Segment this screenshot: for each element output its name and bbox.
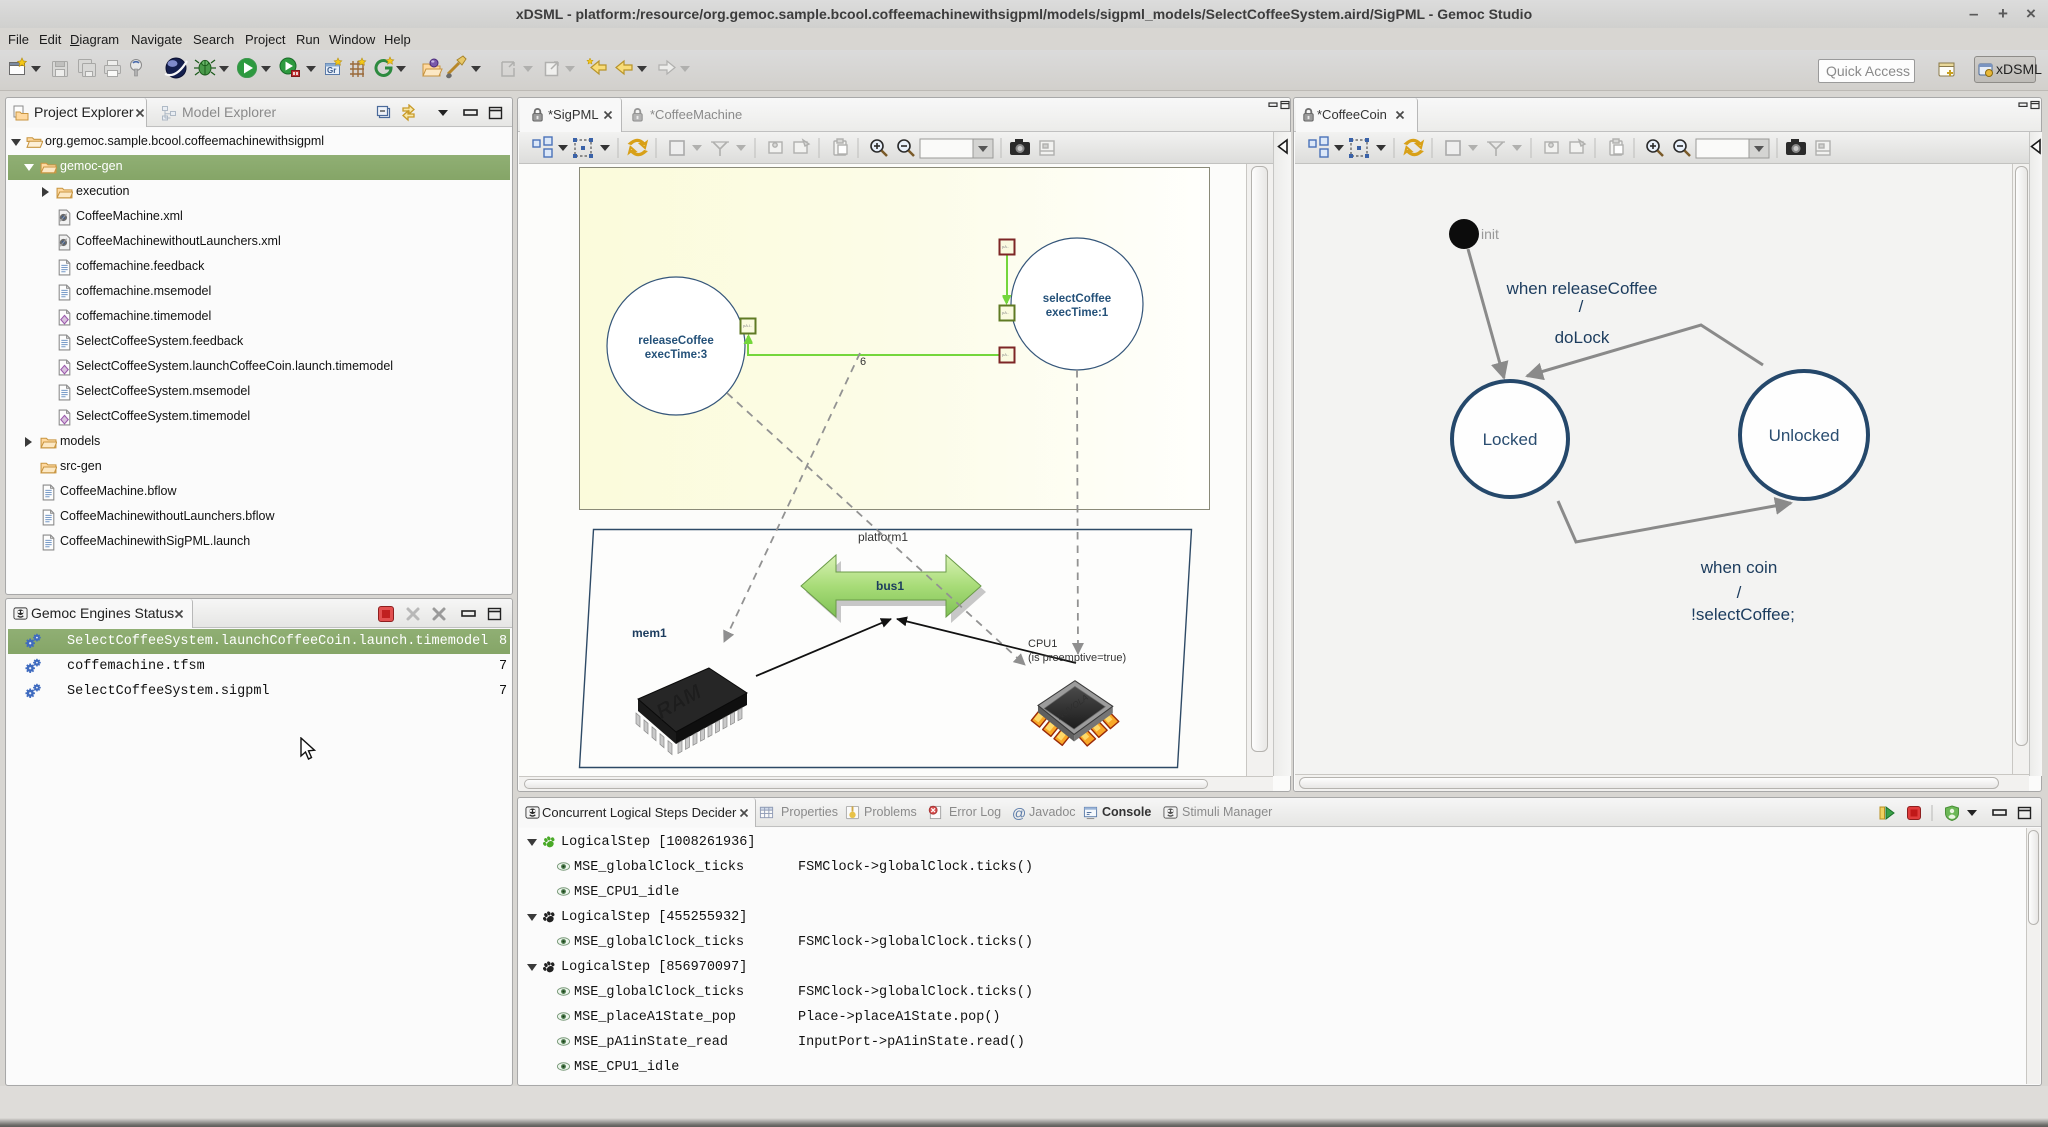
svg-text:platform1: platform1 xyxy=(858,530,908,544)
svg-text:when releaseCoffee: when releaseCoffee xyxy=(1506,279,1658,298)
svg-text:when coin: when coin xyxy=(1700,558,1778,577)
svg-text:pA..: pA.. xyxy=(1002,244,1009,249)
svg-text:Gr: Gr xyxy=(327,66,336,75)
svg-text:pA..: pA.. xyxy=(1002,310,1009,315)
svg-text:Locked: Locked xyxy=(1483,430,1538,449)
svg-text:mem1: mem1 xyxy=(632,626,667,640)
svg-text:doLock: doLock xyxy=(1555,328,1610,347)
svg-text:execTime:1: execTime:1 xyxy=(1046,307,1109,319)
svg-text:6: 6 xyxy=(860,356,866,368)
svg-text:releaseCoffee: releaseCoffee xyxy=(638,335,713,347)
svg-text:CPU1: CPU1 xyxy=(1028,638,1057,650)
svg-text:Unlocked: Unlocked xyxy=(1769,426,1840,445)
svg-text:init: init xyxy=(1481,226,1499,242)
svg-text:/: / xyxy=(1737,583,1742,602)
svg-text:/: / xyxy=(1579,297,1584,316)
svg-text:bus1: bus1 xyxy=(876,579,904,593)
svg-text:pA..: pA.. xyxy=(1002,352,1009,357)
svg-text:!selectCoffee;: !selectCoffee; xyxy=(1691,605,1795,624)
svg-text:(is preemptive=true): (is preemptive=true) xyxy=(1028,652,1126,664)
svg-text:pA.I..: pA.I.. xyxy=(743,323,752,328)
svg-text:selectCoffee: selectCoffee xyxy=(1043,293,1111,305)
svg-text:execTime:3: execTime:3 xyxy=(645,349,707,361)
